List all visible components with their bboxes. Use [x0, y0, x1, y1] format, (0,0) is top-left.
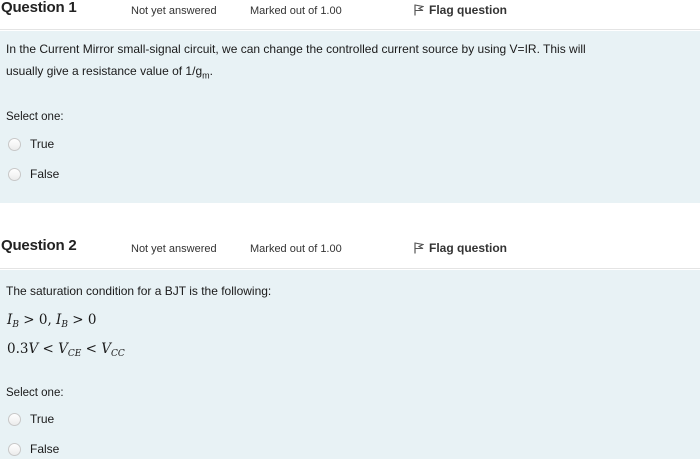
question-2-header: Question 2 Not yet answered Marked out o…: [0, 226, 700, 269]
question-2-option-label: False: [30, 442, 60, 456]
question-1-flag-label: Flag question: [429, 3, 507, 17]
question-1-text: In the Current Mirror small-signal circu…: [6, 38, 586, 86]
question-1-text-line2: usually give a resistance value of 1/g: [6, 64, 203, 78]
radio-icon[interactable]: [8, 167, 21, 181]
question-2-marks: Marked out of 1.00: [250, 243, 342, 255]
question-2-flag-label: Flag question: [429, 241, 507, 255]
question-1-flag-button[interactable]: Flag question: [414, 3, 507, 17]
question-2-select-label: Select one:: [6, 387, 64, 399]
question-2-flag-button[interactable]: Flag question: [414, 241, 507, 255]
radio-icon[interactable]: [8, 412, 21, 426]
question-2-option-label: True: [30, 412, 55, 426]
question-1-body: In the Current Mirror small-signal circu…: [0, 31, 700, 203]
question-1-status: Not yet answered: [131, 5, 217, 17]
question-1-title: Question 1: [1, 0, 77, 16]
question-1-marks: Marked out of 1.00: [250, 5, 342, 17]
question-1-option-true[interactable]: True: [8, 137, 54, 151]
question-1-option-label: False: [30, 167, 60, 181]
question-2-option-false[interactable]: False: [8, 442, 59, 456]
question-1-option-false[interactable]: False: [8, 167, 59, 181]
question-1-option-label: True: [30, 137, 55, 151]
question-1-text-sub: m: [202, 70, 210, 81]
question-2-body: The saturation condition for a BJT is th…: [0, 270, 700, 459]
question-2-title: Question 2: [1, 237, 77, 254]
question-1-select-label: Select one:: [6, 111, 64, 123]
question-2-math-line1: IB > 0, IB > 0: [7, 312, 97, 330]
question-1-header: Question 1 Not yet answered Marked out o…: [0, 0, 700, 30]
flag-icon: [414, 242, 424, 254]
radio-icon[interactable]: [8, 442, 21, 456]
question-1-text-end: .: [209, 64, 213, 78]
question-1-text-line1: In the Current Mirror small-signal circu…: [6, 42, 586, 56]
flag-icon: [414, 4, 424, 16]
radio-icon[interactable]: [8, 137, 21, 151]
question-2-text: The saturation condition for a BJT is th…: [6, 284, 272, 298]
question-2-math-line2: 0.3V < VCE < VCC: [7, 341, 125, 359]
question-2-status: Not yet answered: [131, 243, 217, 255]
question-2-option-true[interactable]: True: [8, 412, 54, 426]
